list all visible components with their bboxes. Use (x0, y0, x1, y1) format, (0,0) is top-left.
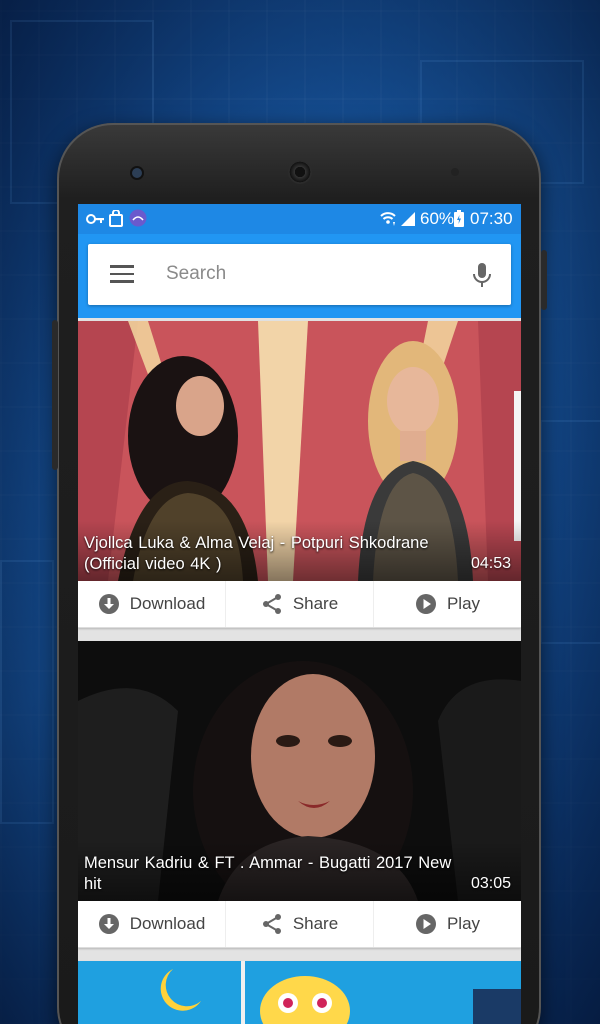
app-notification-icon (129, 209, 147, 227)
video-title: Mensur Kadriu & FT . Ammar - Bugatti 201… (84, 854, 452, 893)
signal-icon (401, 212, 415, 226)
video-card[interactable]: Vjollca Luka & Alma Velaj - Potpuri Shko… (78, 321, 521, 628)
proximity-sensor (451, 168, 459, 176)
video-actions: Download Share Play (78, 901, 521, 948)
share-label: Share (292, 914, 339, 933)
play-label: Play (446, 594, 481, 613)
download-icon (98, 914, 119, 934)
search-input[interactable]: Search (166, 263, 226, 285)
download-icon (98, 594, 119, 614)
volume-button (52, 320, 58, 470)
app-screen: 60% 07:30 Search Vjollca Luka & Alma Vel… (78, 204, 521, 1024)
battery-icon (454, 210, 464, 227)
wifi-icon (380, 212, 396, 226)
video-card[interactable]: Mensur Kadriu & FT . Ammar - Bugatti 201… (78, 641, 521, 948)
download-button[interactable]: Download (78, 581, 226, 627)
play-button[interactable]: Play (374, 901, 521, 947)
video-duration: 04:53 (470, 555, 511, 572)
video-thumbnail[interactable]: Vjollca Luka & Alma Velaj - Potpuri Shko… (78, 321, 521, 581)
app-bar: Search (78, 234, 521, 318)
background-decoration (0, 560, 54, 824)
download-button[interactable]: Download (78, 901, 226, 947)
download-label: Download (129, 914, 206, 933)
share-label: Share (292, 594, 339, 613)
play-label: Play (446, 914, 481, 933)
video-thumbnail[interactable] (78, 961, 521, 1024)
video-actions: Download Share Play (78, 581, 521, 628)
speaker-grille (288, 160, 312, 184)
play-icon (415, 594, 436, 614)
play-button[interactable]: Play (374, 581, 521, 627)
video-thumbnail[interactable]: Mensur Kadriu & FT . Ammar - Bugatti 201… (78, 641, 521, 901)
share-button[interactable]: Share (226, 581, 374, 627)
share-icon (262, 914, 281, 934)
video-card[interactable] (78, 961, 521, 1024)
power-button (541, 250, 547, 310)
menu-icon[interactable] (110, 265, 134, 283)
key-icon (86, 214, 104, 224)
background-decoration (540, 420, 600, 644)
share-button[interactable]: Share (226, 901, 374, 947)
shopping-bag-icon (109, 210, 123, 227)
download-label: Download (129, 594, 206, 613)
thumbnail-image (78, 961, 521, 1024)
microphone-icon[interactable] (470, 261, 494, 289)
clock: 07:30 (470, 209, 513, 228)
search-bar[interactable]: Search (88, 244, 511, 305)
battery-level: 60% (420, 209, 455, 228)
play-icon (415, 914, 436, 934)
video-duration: 03:05 (470, 875, 511, 892)
status-bar: 60% 07:30 (78, 204, 521, 234)
video-title: Vjollca Luka & Alma Velaj - Potpuri Shko… (84, 534, 429, 573)
share-icon (262, 594, 281, 614)
front-camera (132, 168, 142, 178)
